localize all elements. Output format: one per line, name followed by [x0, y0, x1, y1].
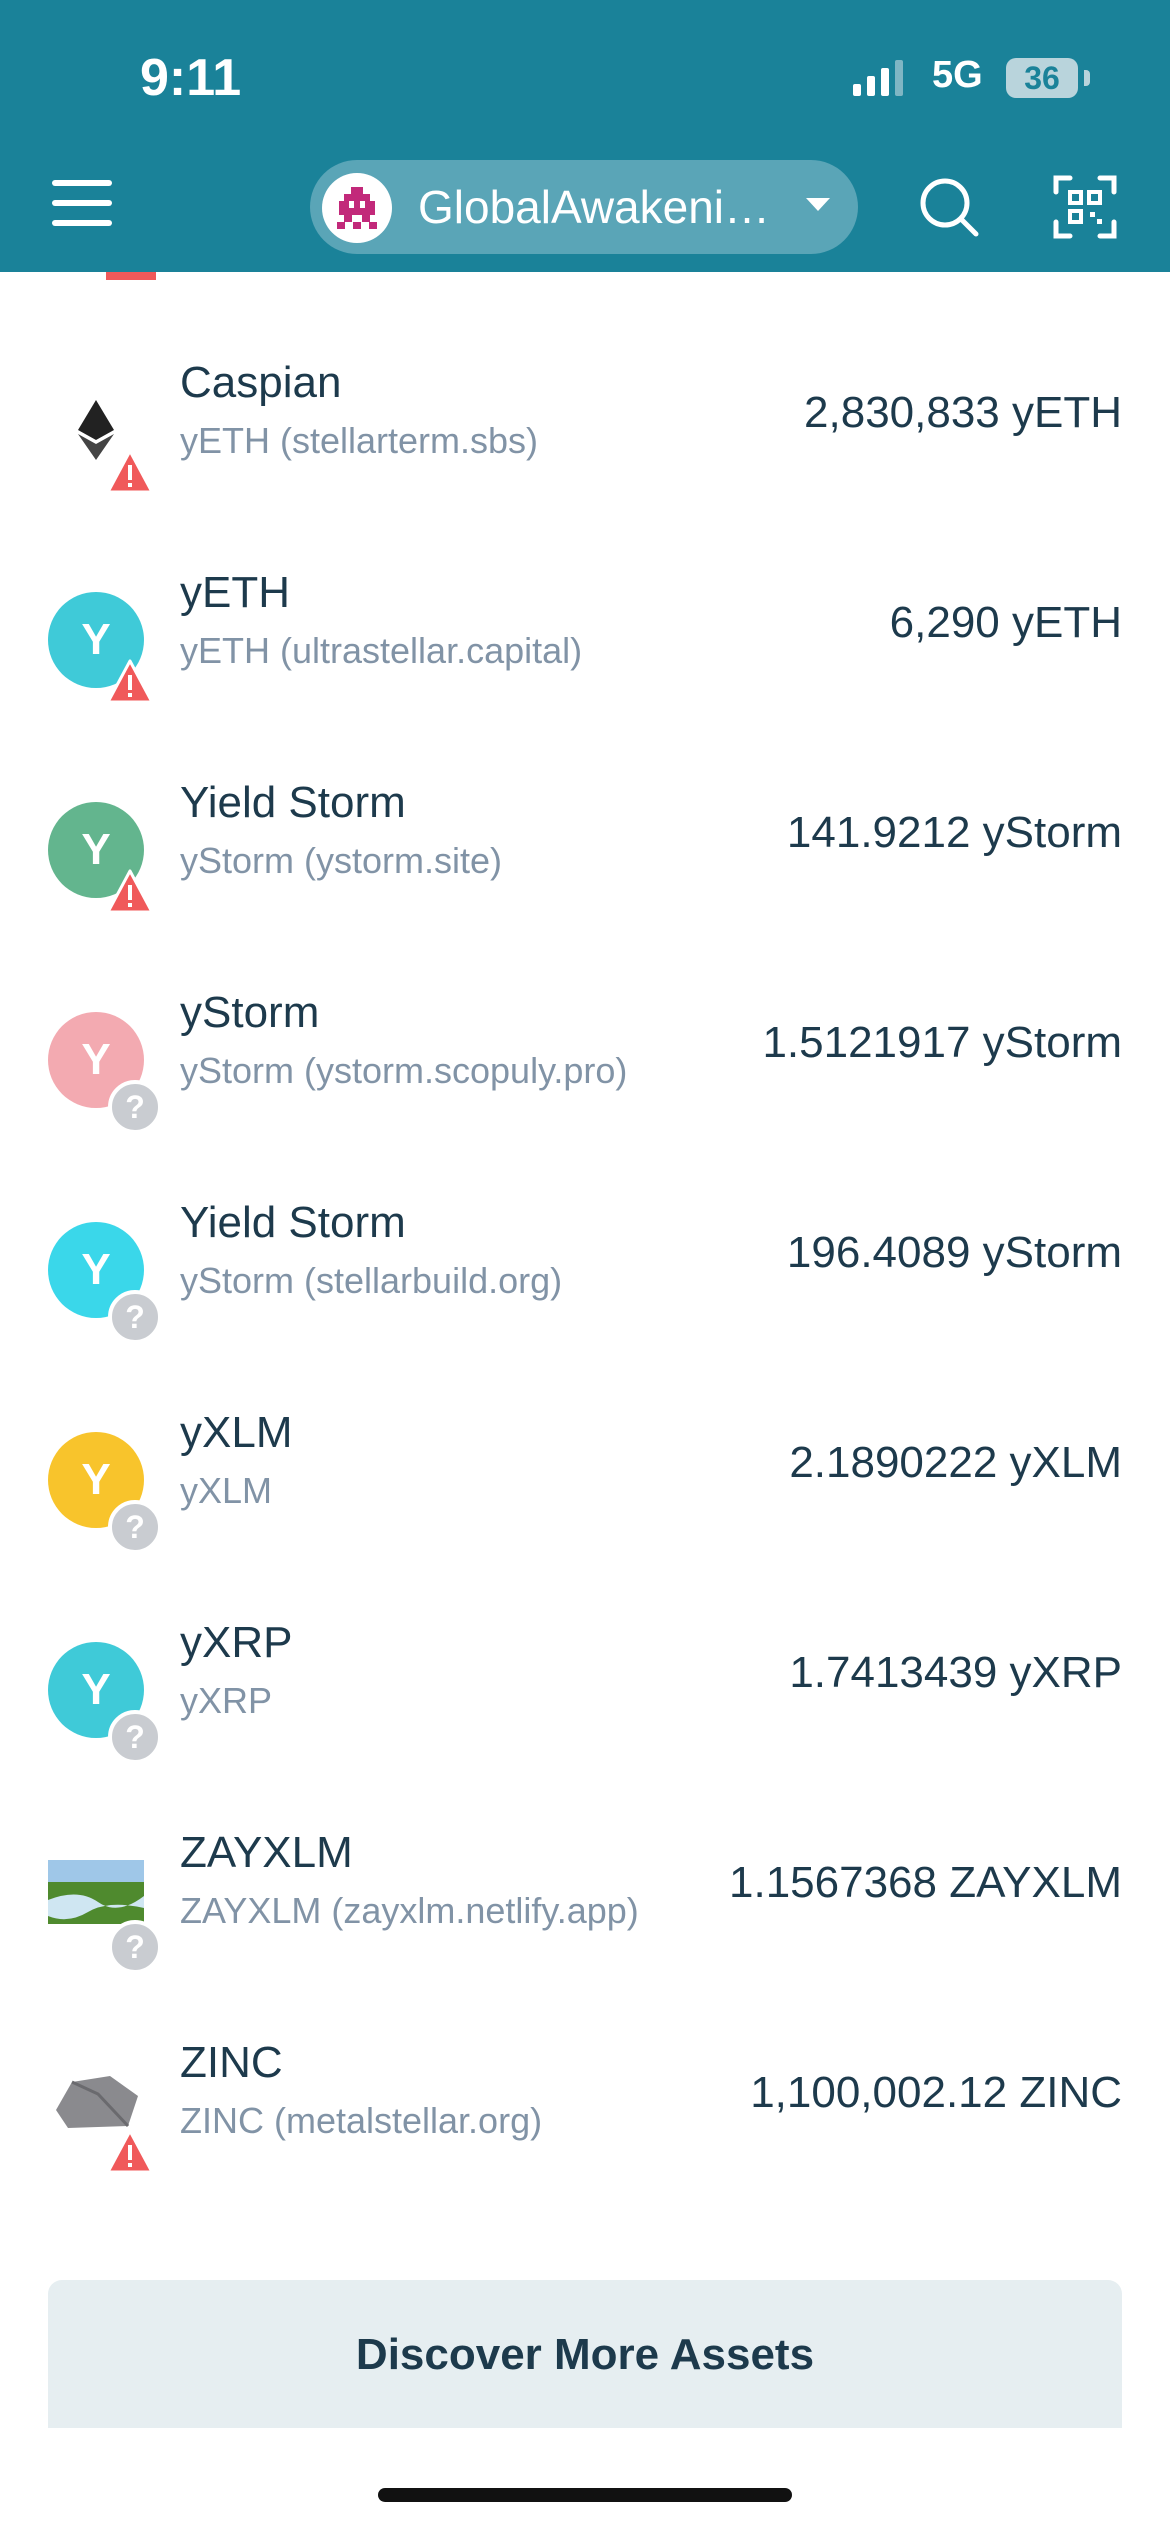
asset-name: yXRP	[180, 1618, 293, 1667]
asset-balance: 6,290 yETH	[889, 598, 1122, 647]
qr-scan-icon[interactable]	[1052, 174, 1118, 240]
battery-cap	[1084, 70, 1090, 86]
warning-icon	[106, 272, 156, 280]
asset-code-domain: ZINC (metalstellar.org)	[180, 2100, 543, 2141]
asset-code-domain: yXRP	[180, 1680, 273, 1721]
unknown-issuer-icon: ?	[108, 1710, 162, 1764]
asset-row[interactable]: ? ZAYXLM ZAYXLM (zayxlm.netlify.app) 1.1567…	[0, 1800, 1170, 2010]
pixel-avatar-icon	[337, 187, 377, 229]
unknown-issuer-icon: ?	[108, 1500, 162, 1554]
asset-balance: 1.1567368 ZAYXLM	[729, 1858, 1122, 1907]
account-selector[interactable]: GlobalAwakeni…	[310, 160, 858, 254]
asset-balance: 2.1890222 yXLM	[789, 1438, 1122, 1487]
unknown-issuer-icon: ?	[108, 1920, 162, 1974]
menu-icon[interactable]	[52, 180, 112, 230]
asset-balance: 1,100,002.12 ZINC	[750, 2068, 1122, 2117]
asset-name: yXLM	[180, 1408, 293, 1457]
warning-icon	[106, 659, 154, 704]
home-indicator	[378, 2488, 792, 2502]
chevron-down-icon	[806, 198, 830, 211]
unknown-issuer-icon: ?	[108, 1290, 162, 1344]
asset-code-domain: yStorm (stellarbuild.org)	[180, 1260, 563, 1301]
asset-name: Caspian	[180, 358, 342, 407]
rock-image-icon	[48, 2070, 144, 2134]
asset-code-domain: yStorm (ystorm.site)	[180, 840, 503, 881]
battery-level: 36	[1024, 60, 1060, 96]
asset-name: yStorm	[180, 988, 320, 1037]
warning-icon	[106, 449, 154, 494]
search-icon[interactable]	[916, 174, 982, 240]
asset-row[interactable]: Y Yield Storm yStorm (ystorm.site) 141.9212…	[0, 750, 1170, 960]
asset-name: yETH	[180, 568, 290, 617]
asset-name: ZAYXLM	[180, 1828, 353, 1877]
asset-code-domain: ZAYXLM (zayxlm.netlify.app)	[180, 1890, 639, 1931]
asset-balance: 2,830,833 yETH	[804, 388, 1122, 437]
asset-row[interactable]: YyETH yETH (ultrastellar.capital) 6,290 yE…	[0, 540, 1170, 750]
account-avatar	[322, 173, 392, 243]
battery-icon: 36	[1006, 58, 1078, 98]
asset-row[interactable]: Y? yXLM yXLM 2.1890222 yXLM	[0, 1380, 1170, 1590]
asset-code-domain: yETH (ultrastellar.capital)	[180, 630, 583, 671]
warning-icon	[106, 2129, 154, 2174]
account-name: GlobalAwakeni…	[418, 181, 771, 233]
asset-row[interactable]: Y? yXRP yXRP 1.7413439 yXRP	[0, 1590, 1170, 1800]
asset-row[interactable]: Caspian yETH (stellarterm.sbs) 2,830,833 y…	[0, 330, 1170, 540]
asset-name: ZINC	[180, 2038, 283, 2087]
landscape-image-icon	[48, 1860, 144, 1924]
top-bar: 9:11 5G 36 GlobalAwakeni…	[0, 0, 1170, 272]
asset-code-domain: yXLM	[180, 1470, 273, 1511]
network-label: 5G	[932, 54, 983, 96]
asset-name: Yield Storm	[180, 1198, 406, 1247]
asset-balance: 141.9212 yStorm	[786, 808, 1122, 857]
signal-icon	[853, 60, 903, 96]
asset-balance: 1.7413439 yXRP	[789, 1648, 1122, 1697]
status-time: 9:11	[140, 49, 242, 107]
discover-more-assets-button[interactable]: Discover More Assets	[48, 2280, 1122, 2428]
asset-row[interactable]: Y? yStorm yStorm (ystorm.scopuly.pro) 1.512…	[0, 960, 1170, 1170]
asset-row[interactable]: ZINC ZINC (metalstellar.org) 1,100,002.12 …	[0, 2010, 1170, 2220]
asset-code-domain: yStorm (ystorm.scopuly.pro)	[180, 1050, 628, 1091]
asset-balance: 196.4089 yStorm	[786, 1228, 1122, 1277]
asset-code-domain: yETH (stellarterm.sbs)	[180, 420, 539, 461]
unknown-issuer-icon: ?	[108, 1080, 162, 1134]
asset-name: Yield Storm	[180, 778, 406, 827]
asset-row[interactable]: Y? Yield Storm yStorm (stellarbuild.org) 19…	[0, 1170, 1170, 1380]
warning-icon	[106, 869, 154, 914]
asset-balance: 1.5121917 yStorm	[762, 1018, 1122, 1067]
